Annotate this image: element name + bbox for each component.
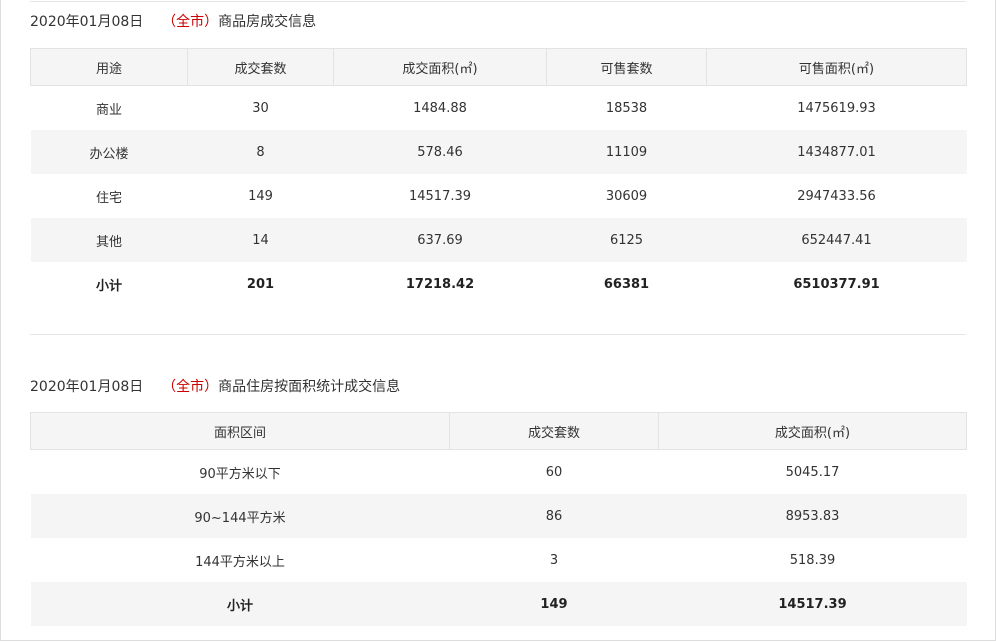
section2-date: 2020年01月08日	[30, 379, 144, 395]
table-cell: 小计	[30, 582, 450, 626]
table-cell: 30	[252, 100, 269, 116]
section2-table: 面积区间 成交套数 成交面积(㎡) 90平方米以下 60 5045.17 90~…	[30, 412, 967, 626]
table-row: 144平方米以上 3 518.39	[31, 538, 967, 582]
column-header: 面积区间	[30, 412, 450, 450]
table-row: 商业 30 1484.88 18538 1475619.93	[31, 86, 967, 131]
table-cell: 11109	[546, 130, 707, 174]
column-header: 成交套数	[449, 412, 659, 450]
section2-title-text: 商品住房按面积统计成交信息	[218, 379, 401, 395]
column-header: 成交面积(㎡)	[333, 48, 547, 86]
table-row: 其他 14 637.69 6125 652447.41	[30, 218, 967, 262]
table-cell: 149	[248, 188, 273, 204]
section1-table: 用途 成交套数 成交面积(㎡) 可售套数 可售面积(㎡) 商业 30 1484.…	[30, 48, 967, 306]
column-header: 可售面积(㎡)	[706, 48, 967, 86]
table-row: 90平方米以下 60 5045.17	[31, 450, 967, 495]
section1-title: 2020年01月08日 （全市）商品房成交信息	[30, 11, 316, 31]
section-divider	[30, 334, 966, 335]
table-cell: 17218.42	[405, 276, 475, 292]
table-cell: 60	[545, 464, 563, 480]
table-cell: 518.39	[789, 552, 836, 568]
table-header-row: 用途 成交套数 成交面积(㎡) 可售套数 可售面积(㎡)	[30, 48, 967, 86]
column-header: 可售套数	[546, 48, 707, 86]
table-cell: 小计	[95, 278, 122, 294]
table-cell: 652447.41	[706, 218, 967, 262]
top-divider	[30, 1, 966, 2]
table-row: 办公楼 8 578.46 11109 1434877.01	[30, 130, 967, 174]
table-cell: 其他	[30, 218, 188, 262]
section1-date: 2020年01月08日	[30, 14, 144, 30]
table-cell: 86	[449, 494, 659, 538]
table-cell: 14517.39	[408, 188, 472, 204]
table-cell: 6125	[546, 218, 707, 262]
section2-open-paren: （	[162, 379, 177, 395]
section2-title: 2020年01月08日 （全市）商品住房按面积统计成交信息	[30, 376, 400, 396]
table-cell: 637.69	[333, 218, 547, 262]
table-cell: 578.46	[333, 130, 547, 174]
table-total-row: 小计 149 14517.39	[30, 582, 967, 626]
section1-open-paren: （	[162, 14, 177, 30]
table-cell: 14	[187, 218, 334, 262]
table-cell: 90平方米以下	[199, 466, 281, 482]
table-cell: 201	[246, 276, 275, 292]
table-cell: 5045.17	[785, 464, 840, 480]
table-cell: 14517.39	[658, 582, 967, 626]
section2-city[interactable]: 全市	[176, 379, 204, 395]
column-header: 成交套数	[187, 48, 334, 86]
table-cell: 144平方米以上	[195, 554, 285, 570]
table-cell: 90~144平方米	[30, 494, 450, 538]
table-cell: 1475619.93	[797, 100, 876, 116]
table-header-row: 面积区间 成交套数 成交面积(㎡)	[30, 412, 967, 450]
table-cell: 30609	[605, 188, 648, 204]
table-cell: 1484.88	[413, 100, 467, 116]
table-cell: 18538	[605, 100, 648, 116]
table-cell: 8	[187, 130, 334, 174]
table-cell: 办公楼	[30, 130, 188, 174]
table-cell: 2947433.56	[797, 188, 876, 204]
column-header: 成交面积(㎡)	[658, 412, 967, 450]
table-cell: 1434877.01	[706, 130, 967, 174]
table-cell: 149	[449, 582, 659, 626]
section1-close-paren: ）	[204, 14, 219, 30]
table-total-row: 小计 201 17218.42 66381 6510377.91	[31, 262, 967, 306]
section1-title-text: 商品房成交信息	[218, 14, 317, 30]
table-cell: 66381	[603, 276, 650, 292]
table-cell: 3	[549, 552, 559, 568]
table-cell: 6510377.91	[793, 276, 880, 292]
table-cell: 8953.83	[658, 494, 967, 538]
table-cell: 住宅	[95, 190, 122, 206]
section1-city[interactable]: 全市	[176, 14, 204, 30]
section2-close-paren: ）	[204, 379, 219, 395]
table-row: 90~144平方米 86 8953.83	[30, 494, 967, 538]
column-header: 用途	[30, 48, 188, 86]
table-cell: 商业	[95, 102, 122, 118]
table-row: 住宅 149 14517.39 30609 2947433.56	[31, 174, 967, 218]
